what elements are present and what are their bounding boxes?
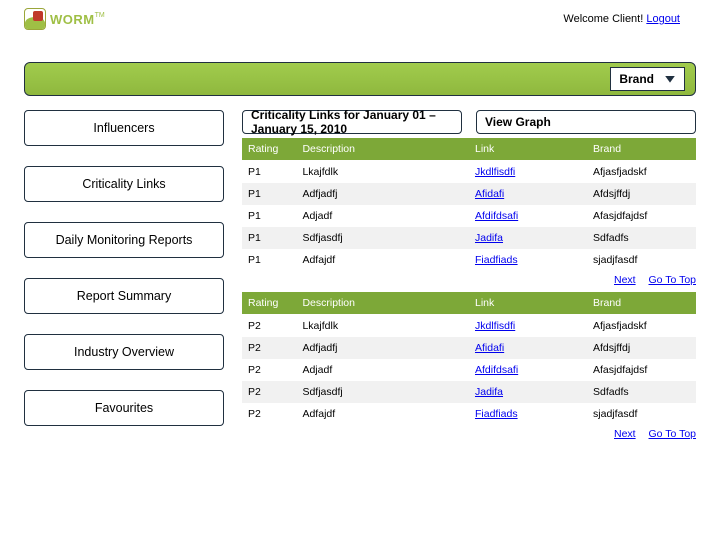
row-link[interactable]: Afdifdsafi bbox=[475, 210, 518, 222]
sidebar-item-criticality-links[interactable]: Criticality Links bbox=[24, 166, 224, 202]
brand-bar: Brand bbox=[24, 62, 696, 96]
col-desc: Description bbox=[296, 138, 469, 161]
sidebar: Influencers Criticality Links Daily Moni… bbox=[24, 110, 224, 446]
col-rating: Rating bbox=[242, 138, 296, 161]
logo-text: WORM bbox=[50, 12, 95, 27]
page-title: Criticality Links for January 01 – Janua… bbox=[242, 110, 462, 134]
table-row: P2AdfjadfjAfidafiAfdsjffdj bbox=[242, 337, 696, 359]
table-row: P2AdfajdfFiadfiadssjadjfasdf bbox=[242, 403, 696, 425]
next-link[interactable]: Next bbox=[614, 428, 636, 440]
col-brand: Brand bbox=[587, 138, 696, 161]
row-link[interactable]: Afidafi bbox=[475, 188, 504, 200]
logo: WORMTM bbox=[24, 8, 105, 30]
view-graph-button[interactable]: View Graph bbox=[476, 110, 696, 134]
logout-link[interactable]: Logout bbox=[646, 13, 680, 25]
welcome-text: Welcome Client! Logout bbox=[563, 13, 680, 25]
content: Criticality Links for January 01 – Janua… bbox=[242, 110, 696, 446]
logo-icon bbox=[24, 8, 46, 30]
row-link[interactable]: Afidafi bbox=[475, 342, 504, 354]
row-link[interactable]: Fiadfiads bbox=[475, 408, 518, 420]
row-link[interactable]: Afdifdsafi bbox=[475, 364, 518, 376]
brand-dropdown-label: Brand bbox=[619, 72, 654, 86]
row-link[interactable]: Jkdlfisdfi bbox=[475, 166, 515, 178]
col-brand: Brand bbox=[587, 292, 696, 315]
nav-links-2: Next Go To Top bbox=[242, 425, 696, 446]
go-to-top-link[interactable]: Go To Top bbox=[649, 274, 696, 286]
nav-links-1: Next Go To Top bbox=[242, 271, 696, 292]
sidebar-item-daily-monitoring-reports[interactable]: Daily Monitoring Reports bbox=[24, 222, 224, 258]
col-desc: Description bbox=[296, 292, 469, 315]
row-link[interactable]: Jadifa bbox=[475, 386, 503, 398]
sidebar-item-industry-overview[interactable]: Industry Overview bbox=[24, 334, 224, 370]
table-row: P1AdjadfAfdifdsafiAfasjdfajdsf bbox=[242, 205, 696, 227]
col-link: Link bbox=[469, 292, 587, 315]
sidebar-item-influencers[interactable]: Influencers bbox=[24, 110, 224, 146]
table-row: P2AdjadfAfdifdsafiAfasjdfajdsf bbox=[242, 359, 696, 381]
welcome-prefix: Welcome Client! bbox=[563, 13, 646, 25]
next-link[interactable]: Next bbox=[614, 274, 636, 286]
row-link[interactable]: Jadifa bbox=[475, 232, 503, 244]
table-p1: Rating Description Link Brand P1Lkajfdlk… bbox=[242, 138, 696, 271]
go-to-top-link[interactable]: Go To Top bbox=[649, 428, 696, 440]
table-p2: Rating Description Link Brand P2Lkajfdlk… bbox=[242, 292, 696, 425]
brand-dropdown[interactable]: Brand bbox=[610, 67, 685, 91]
table-row: P2LkajfdlkJkdlfisdfiAfjasfjadskf bbox=[242, 315, 696, 338]
row-link[interactable]: Fiadfiads bbox=[475, 254, 518, 266]
col-rating: Rating bbox=[242, 292, 296, 315]
table-row: P1LkajfdlkJkdlfisdfiAfjasfjadskf bbox=[242, 161, 696, 184]
table-row: P1SdfjasdfjJadifaSdfadfs bbox=[242, 227, 696, 249]
table-row: P1AdfjadfjAfidafiAfdsjffdj bbox=[242, 183, 696, 205]
table-row: P1AdfajdfFiadfiadssjadjfasdf bbox=[242, 249, 696, 271]
row-link[interactable]: Jkdlfisdfi bbox=[475, 320, 515, 332]
col-link: Link bbox=[469, 138, 587, 161]
sidebar-item-report-summary[interactable]: Report Summary bbox=[24, 278, 224, 314]
logo-tm: TM bbox=[95, 12, 105, 19]
chevron-down-icon bbox=[664, 73, 676, 85]
header: WORMTM Welcome Client! Logout bbox=[0, 0, 720, 34]
table-row: P2SdfjasdfjJadifaSdfadfs bbox=[242, 381, 696, 403]
sidebar-item-favourites[interactable]: Favourites bbox=[24, 390, 224, 426]
